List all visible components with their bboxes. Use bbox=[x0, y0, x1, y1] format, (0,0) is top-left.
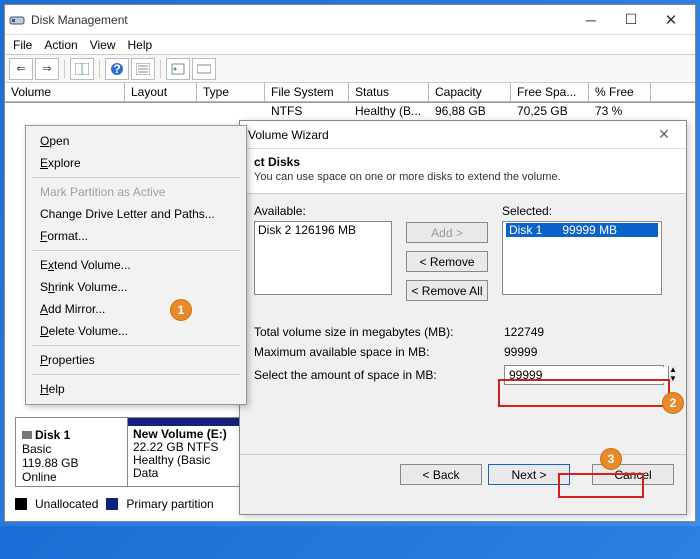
legend-primary: Primary partition bbox=[126, 497, 213, 511]
col-volume[interactable]: Volume bbox=[5, 83, 125, 102]
menu-delete-volume[interactable]: Delete Volume... bbox=[26, 320, 246, 342]
legend-unallocated: Unallocated bbox=[35, 497, 98, 511]
selected-label: Selected: bbox=[502, 204, 662, 218]
menu-format[interactable]: Format... bbox=[26, 225, 246, 247]
menu-view[interactable]: View bbox=[90, 38, 116, 52]
cell-pctfree: 73 % bbox=[589, 103, 651, 121]
disk-legend: Unallocated Primary partition bbox=[15, 497, 214, 511]
volume-row[interactable]: NTFS Healthy (B... 96,88 GB 70,25 GB 73 … bbox=[5, 103, 695, 121]
col-filesystem[interactable]: File System bbox=[265, 83, 349, 102]
max-value: 99999 bbox=[504, 345, 654, 359]
menu-add-mirror[interactable]: Add Mirror... bbox=[26, 298, 246, 320]
menu-file[interactable]: File bbox=[13, 38, 32, 52]
col-capacity[interactable]: Capacity bbox=[429, 83, 511, 102]
legend-primary-swatch bbox=[106, 498, 118, 510]
back-button[interactable]: < Back bbox=[400, 464, 482, 485]
selected-listbox[interactable]: Disk 1 99999 MB bbox=[502, 221, 662, 295]
toolbar-action-icon[interactable] bbox=[166, 58, 190, 80]
back-button[interactable]: ⇐ bbox=[9, 58, 33, 80]
badge-1: 1 bbox=[170, 299, 192, 321]
toolbar: ⇐ ⇒ ? bbox=[5, 55, 695, 83]
highlight-amount bbox=[498, 379, 670, 407]
add-button[interactable]: Add > bbox=[406, 222, 488, 243]
cell-filesystem: NTFS bbox=[265, 103, 349, 121]
menu-action[interactable]: Action bbox=[44, 38, 77, 52]
available-label: Available: bbox=[254, 204, 392, 218]
app-icon bbox=[9, 12, 25, 28]
badge-3: 3 bbox=[600, 448, 622, 470]
menu-properties[interactable]: Properties bbox=[26, 349, 246, 371]
menu-change-letter[interactable]: Change Drive Letter and Paths... bbox=[26, 203, 246, 225]
help-icon[interactable]: ? bbox=[105, 58, 129, 80]
wizard-heading: ct Disks bbox=[254, 155, 672, 169]
forward-button[interactable]: ⇒ bbox=[35, 58, 59, 80]
cell-capacity: 96,88 GB bbox=[429, 103, 511, 121]
volume-grid-header: Volume Layout Type File System Status Ca… bbox=[5, 83, 695, 103]
available-item[interactable]: Disk 2 126196 MB bbox=[258, 223, 388, 237]
wizard-subheading: You can use space on one or more disks t… bbox=[254, 171, 672, 183]
legend-unallocated-swatch bbox=[15, 498, 27, 510]
col-pctfree[interactable]: % Free bbox=[589, 83, 651, 102]
max-label: Maximum available space in MB: bbox=[254, 345, 504, 359]
remove-all-button[interactable]: < Remove All bbox=[406, 280, 488, 301]
menu-help[interactable]: Help bbox=[128, 38, 153, 52]
available-listbox[interactable]: Disk 2 126196 MB bbox=[254, 221, 392, 295]
minimize-button[interactable]: ─ bbox=[571, 7, 611, 33]
col-type[interactable]: Type bbox=[197, 83, 265, 102]
window-title: Disk Management bbox=[31, 13, 571, 27]
menu-extend-volume[interactable]: Extend Volume... bbox=[26, 254, 246, 276]
disk-info: Disk 1 Basic 119.88 GB Online bbox=[16, 418, 128, 486]
toolbar-settings-icon[interactable] bbox=[192, 58, 216, 80]
total-value: 122749 bbox=[504, 325, 654, 339]
spin-down-icon[interactable]: ▼ bbox=[669, 375, 677, 384]
highlight-next bbox=[558, 473, 644, 498]
col-status[interactable]: Status bbox=[349, 83, 429, 102]
toolbar-list-icon[interactable] bbox=[131, 58, 155, 80]
menu-explore[interactable]: Explore bbox=[26, 152, 246, 174]
amount-label: Select the amount of space in MB: bbox=[254, 368, 504, 382]
col-freespace[interactable]: Free Spa... bbox=[511, 83, 589, 102]
titlebar: Disk Management ─ ☐ ✕ bbox=[5, 5, 695, 35]
menu-shrink-volume[interactable]: Shrink Volume... bbox=[26, 276, 246, 298]
maximize-button[interactable]: ☐ bbox=[611, 7, 651, 33]
volume-context-menu: Open Explore Mark Partition as Active Ch… bbox=[25, 125, 247, 405]
menu-mark-active: Mark Partition as Active bbox=[26, 181, 246, 203]
badge-2: 2 bbox=[662, 392, 684, 414]
menu-help[interactable]: Help bbox=[26, 378, 246, 400]
toolbar-panes-icon[interactable] bbox=[70, 58, 94, 80]
wizard-title: Volume Wizard bbox=[248, 128, 650, 142]
menubar: File Action View Help bbox=[5, 35, 695, 55]
cell-freespace: 70,25 GB bbox=[511, 103, 589, 121]
menu-open[interactable]: Open bbox=[26, 130, 246, 152]
disk-volume-block[interactable]: New Volume (E:) 22.22 GB NTFS Healthy (B… bbox=[128, 418, 240, 486]
total-label: Total volume size in megabytes (MB): bbox=[254, 325, 504, 339]
selected-item[interactable]: Disk 1 99999 MB bbox=[506, 223, 658, 237]
col-layout[interactable]: Layout bbox=[125, 83, 197, 102]
wizard-close-button[interactable]: ✕ bbox=[650, 126, 678, 143]
close-button[interactable]: ✕ bbox=[651, 7, 691, 33]
cell-status: Healthy (B... bbox=[349, 103, 429, 121]
svg-text:?: ? bbox=[113, 62, 120, 76]
remove-button[interactable]: < Remove bbox=[406, 251, 488, 272]
